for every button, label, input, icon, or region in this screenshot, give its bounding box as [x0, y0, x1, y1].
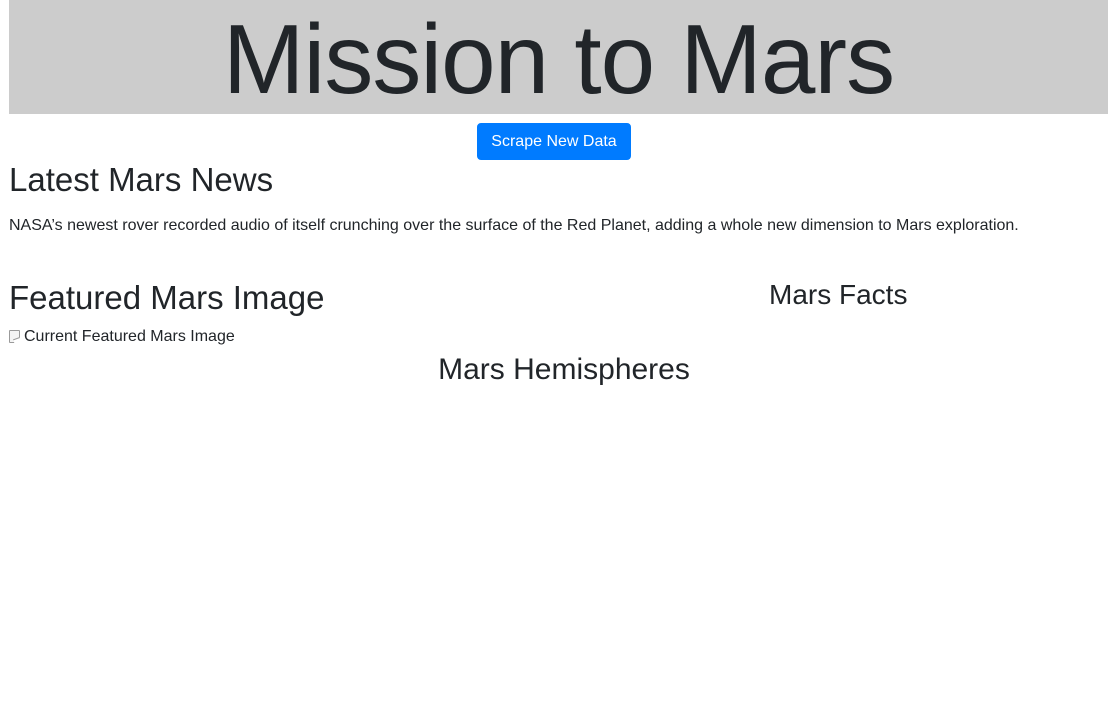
featured-image-heading: Featured Mars Image: [9, 279, 325, 316]
broken-image-icon: [9, 329, 23, 346]
jumbotron-header: Mission to Mars: [9, 0, 1108, 114]
page-container: Mission to Mars Scrape New Data Latest M…: [9, 0, 1108, 386]
news-heading: Latest Mars News: [9, 161, 274, 198]
news-paragraph: NASA’s newest rover recorded audio of it…: [9, 217, 1019, 234]
scrape-new-data-button[interactable]: Scrape New Data: [477, 123, 631, 160]
action-row: Scrape New Data: [9, 123, 1108, 160]
mars-facts-heading: Mars Facts: [769, 279, 908, 310]
mars-hemispheres-heading: Mars Hemispheres: [438, 353, 690, 386]
featured-image-alt-text: Current Featured Mars Image: [24, 328, 235, 345]
page-title: Mission to Mars: [222, 4, 895, 114]
featured-image: Current Featured Mars Image: [9, 327, 235, 347]
